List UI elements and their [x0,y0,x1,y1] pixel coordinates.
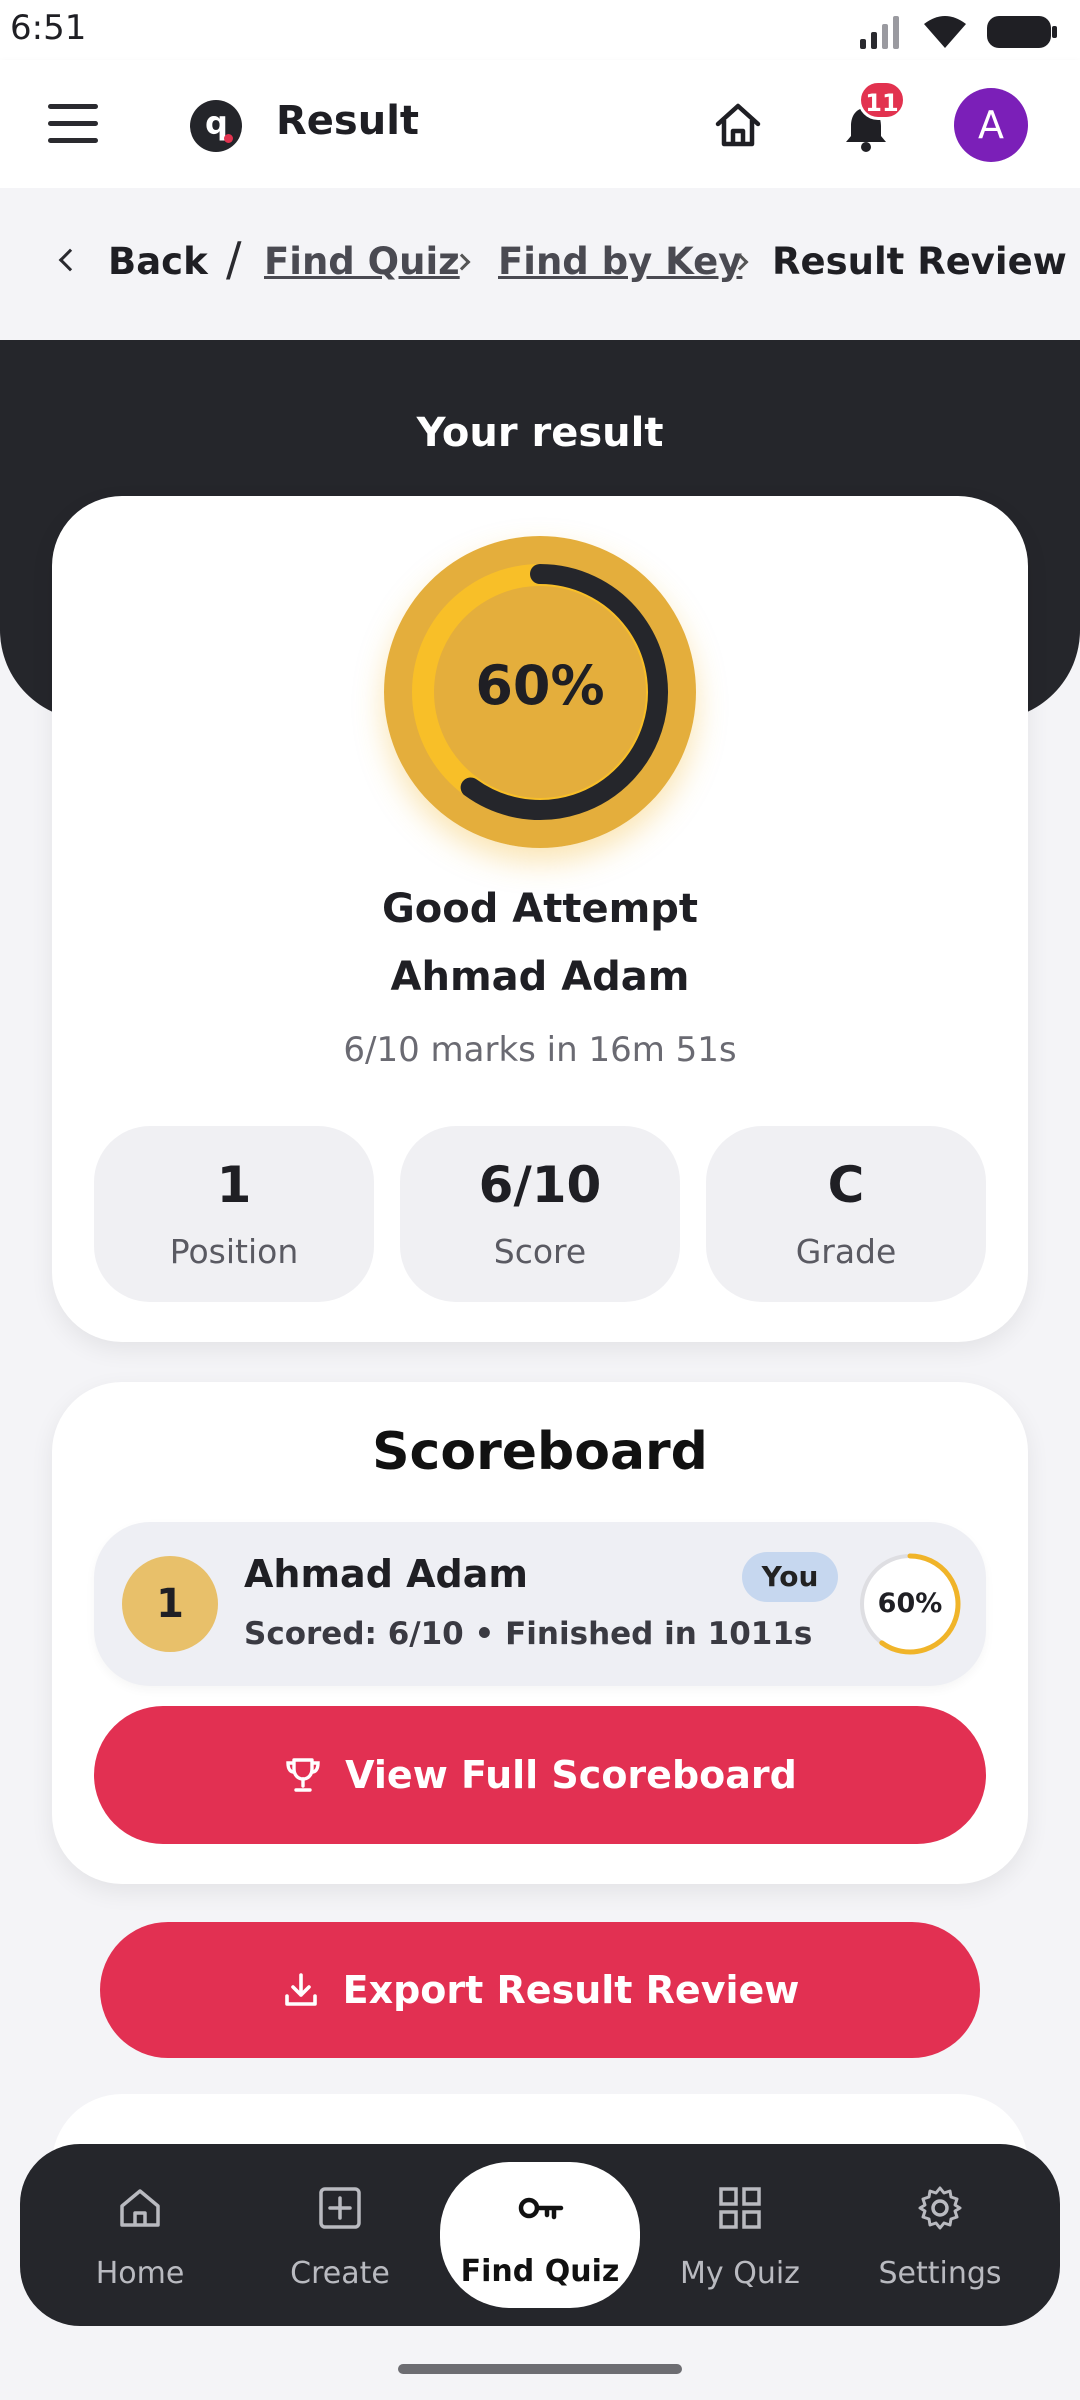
export-result-review-button[interactable]: Export Result Review [100,1922,980,2058]
app-bar: q Result 11 A [0,60,1080,188]
bottom-nav: Home Create Find Quiz My Quiz Settings [20,2144,1060,2326]
plus-square-icon [319,2187,361,2229]
result-summary: 6/10 marks in 16m 51s [343,1030,737,1070]
notification-badge: 11 [858,80,906,120]
signal-icon [860,16,899,49]
breadcrumb-find-quiz[interactable]: Find Quiz [264,240,460,283]
stat-value: C [827,1156,865,1214]
key-icon [518,2197,564,2220]
gear-icon [918,2186,962,2230]
nav-label: My Quiz [680,2256,800,2291]
breadcrumb-find-by-key[interactable]: Find by Key [498,240,742,283]
stat-label: Position [169,1232,299,1271]
stat-position: 1 Position [94,1126,374,1302]
you-badge: You [742,1552,838,1602]
scoreboard-name: Ahmad Adam [244,1552,528,1596]
scoreboard-title: Scoreboard [372,1422,708,1482]
home-indicator[interactable] [398,2364,682,2374]
score-ring-percent: 60% [475,654,605,717]
nav-find-quiz[interactable]: Find Quiz [440,2162,640,2308]
export-result-review-label: Export Result Review [342,1968,800,2012]
status-time: 6:51 [10,8,87,48]
status-bar: 6:51 [0,0,1080,60]
nav-my-quiz[interactable]: My Quiz [640,2144,840,2326]
nav-label: Settings [878,2256,1002,2291]
nav-label: Find Quiz [460,2254,620,2289]
result-heading: Your result [416,410,664,456]
breadcrumb-current: Result Review [772,240,1067,283]
home-icon [120,2189,160,2227]
stat-grade: C Grade [706,1126,986,1302]
scoreboard-percent: 60% [877,1588,943,1619]
result-status: Good Attempt [381,886,699,932]
view-full-scoreboard-button[interactable]: View Full Scoreboard [94,1706,986,1844]
stat-score: 6/10 Score [400,1126,680,1302]
scoreboard-row[interactable]: 1 Ahmad Adam Scored: 6/10 • Finished in … [94,1522,986,1686]
view-full-scoreboard-label: View Full Scoreboard [345,1753,797,1797]
scoreboard-detail: Scored: 6/10 • Finished in 1011s [244,1616,813,1652]
breadcrumb: Back / Find Quiz Find by Key Result Revi… [0,188,1080,340]
scoreboard-position: 1 [122,1556,218,1652]
grid-icon [719,2187,761,2229]
avatar[interactable]: A [954,88,1028,162]
battery-icon [987,16,1057,48]
menu-icon[interactable] [48,104,98,144]
stat-label: Grade [795,1232,897,1271]
participant-name: Ahmad Adam [390,954,690,1000]
result-card: 60% Good Attempt Ahmad Adam 6/10 marks i… [52,496,1028,1342]
stat-value: 1 [216,1156,252,1214]
nav-create[interactable]: Create [240,2144,440,2326]
download-icon [284,1973,317,2006]
page-title: Result [276,98,420,144]
trophy-icon [286,1758,320,1792]
nav-label: Create [290,2256,390,2291]
app-logo: q [190,100,242,152]
home-icon[interactable] [712,100,764,152]
status-icons [858,14,1058,50]
nav-settings[interactable]: Settings [840,2144,1040,2326]
nav-label: Home [95,2256,185,2291]
wifi-icon [924,16,966,48]
stat-label: Score [493,1232,587,1271]
breadcrumb-separator: / [226,232,242,286]
nav-home[interactable]: Home [40,2144,240,2326]
back-link[interactable]: Back [108,240,208,283]
score-ring: 60% [384,536,696,848]
chevron-left-icon[interactable] [58,248,82,272]
stat-value: 6/10 [478,1156,602,1214]
scoreboard-card: Scoreboard 1 Ahmad Adam Scored: 6/10 • F… [52,1382,1028,1884]
